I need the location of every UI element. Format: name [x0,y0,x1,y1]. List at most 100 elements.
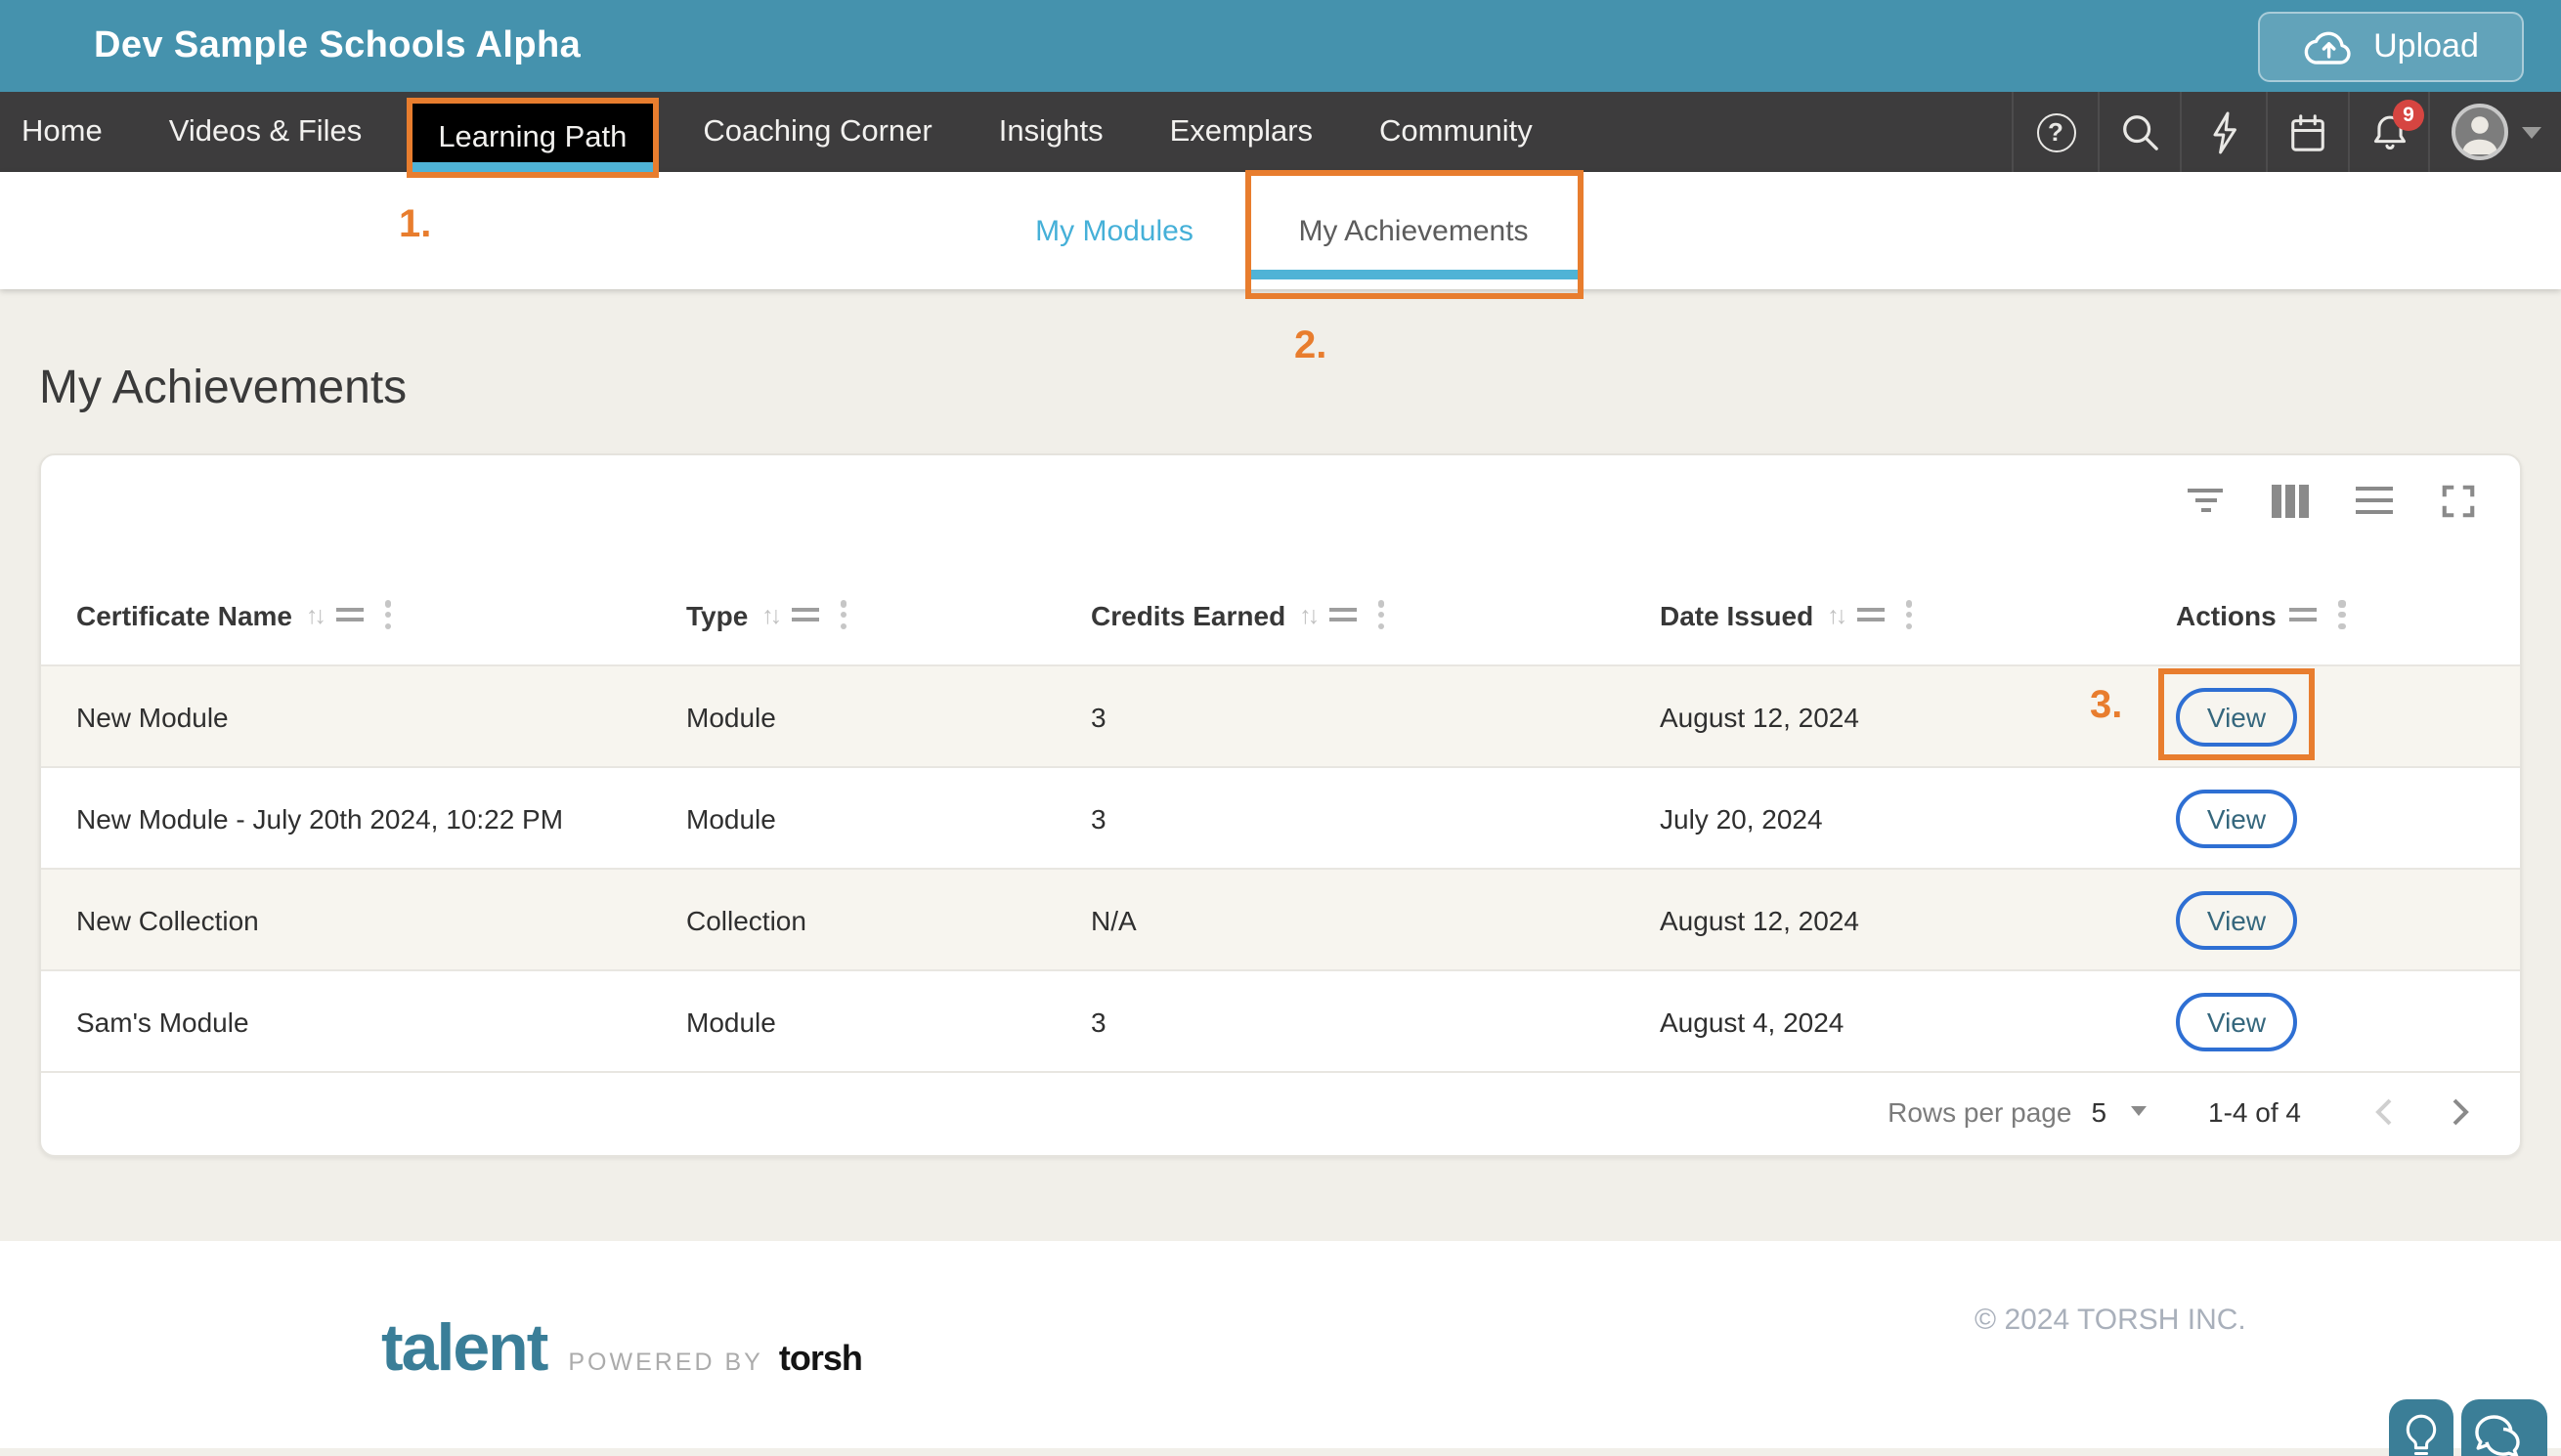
page-footer: talent POWERED BY torsh © 2024 TORSH INC… [0,1241,2561,1448]
table-row: New Module - July 20th 2024, 10:22 PM Mo… [41,766,2520,868]
top-header: Dev Sample Schools Alpha Upload [0,0,2561,92]
column-menu-icon[interactable] [336,603,364,626]
sort-icon[interactable]: ↑↓ [1827,601,1844,628]
annotation-step1: 1. [399,203,431,248]
table-row: New Collection Collection N/A August 12,… [41,868,2520,969]
kebab-menu-icon[interactable] [1378,596,1384,633]
columns-icon[interactable] [2270,481,2309,520]
notifications-button[interactable]: 9 [2348,92,2428,172]
annotation-step3: 3. [2090,684,2122,729]
cell-type: Module [686,768,776,870]
kebab-menu-icon[interactable] [2339,596,2345,633]
view-button[interactable]: View [2176,688,2297,747]
table-pagination: Rows per page 5 1-4 of 4 [41,1067,2520,1155]
previous-page-icon[interactable] [2371,1095,2397,1127]
table-row: New Module Module 3 August 12, 2024 View [41,664,2520,766]
calendar-button[interactable] [2266,92,2348,172]
sort-icon[interactable]: ↑↓ [1299,601,1316,628]
activity-button[interactable] [2180,92,2266,172]
nav-item-home[interactable]: Home [0,114,136,150]
nav-item-videos-files[interactable]: Videos & Files [136,114,396,150]
table-header-row: Certificate Name ↑↓ Type ↑↓ Credits Earn… [41,573,2520,664]
chevron-down-icon [2521,126,2540,138]
rows-per-page-label: Rows per page [1888,1095,2071,1127]
nav-icon-group: 9 [2012,92,2561,172]
table-row: Sam's Module Module 3 August 4, 2024 Vie… [41,969,2520,1071]
next-page-icon[interactable] [2448,1095,2473,1127]
main-nav: Home Videos & Files Learning Path Coachi… [0,92,2561,172]
density-icon[interactable] [2354,481,2393,520]
cell-type: Module [686,666,776,768]
fullscreen-icon[interactable] [2438,481,2477,520]
cell-date-issued: August 12, 2024 [1660,870,1859,971]
column-menu-icon[interactable] [2290,603,2318,626]
column-header-certificate-name: Certificate Name ↑↓ [76,596,391,633]
filter-icon[interactable] [2186,481,2225,520]
feedback-idea-button[interactable] [2389,1399,2453,1456]
learning-path-tabbar: My Modules My Achievements [0,172,2561,289]
account-menu-button[interactable] [2428,92,2561,172]
cloud-upload-icon [2303,25,2356,68]
kebab-menu-icon[interactable] [841,596,846,633]
notification-badge: 9 [2393,100,2424,131]
nav-item-learning-path-highlight: Learning Path [407,98,658,178]
column-header-date-issued: Date Issued ↑↓ [1660,596,1913,633]
app-window: Dev Sample Schools Alpha Upload Home Vid… [0,0,2561,1456]
help-icon [2036,112,2075,151]
rows-per-page-value[interactable]: 5 [2091,1095,2106,1127]
avatar-icon [2451,104,2507,160]
sort-icon[interactable]: ↑↓ [761,601,778,628]
view-button[interactable]: View [2176,790,2297,848]
cell-credits: 3 [1091,666,1107,768]
active-tab-underline [1247,270,1580,279]
nav-item-community[interactable]: Community [1346,114,1566,150]
pagination-range: 1-4 of 4 [2208,1095,2301,1127]
cell-type: Collection [686,870,806,971]
talent-logo: talent POWERED BY torsh [381,1311,862,1388]
search-icon [2119,111,2160,152]
rows-per-page-caret-icon[interactable] [2130,1106,2146,1116]
nav-item-insights[interactable]: Insights [966,114,1137,150]
cell-credits: N/A [1091,870,1137,971]
tab-my-modules[interactable]: My Modules [997,172,1232,289]
column-menu-icon[interactable] [792,603,819,626]
kebab-menu-icon[interactable] [1906,596,1912,633]
column-menu-icon[interactable] [1857,603,1885,626]
cell-certificate-name: New Collection [76,870,259,971]
cell-date-issued: August 12, 2024 [1660,666,1859,768]
live-chat-button[interactable] [2461,1399,2547,1456]
upload-button[interactable]: Upload [2258,12,2524,82]
table-toolbar [2186,481,2477,520]
torsh-wordmark: torsh [779,1339,862,1380]
kebab-menu-icon[interactable] [385,596,391,633]
talent-wordmark: talent [381,1311,546,1388]
search-button[interactable] [2098,92,2180,172]
copyright-text: © 2024 TORSH INC. [1975,1304,2246,1337]
page-title: My Achievements [39,362,407,416]
cell-certificate-name: New Module [76,666,229,768]
sort-icon[interactable]: ↑↓ [306,601,323,628]
cell-certificate-name: New Module - July 20th 2024, 10:22 PM [76,768,563,870]
chat-bubbles-icon [2471,1409,2538,1456]
achievements-table-card: Certificate Name ↑↓ Type ↑↓ Credits Earn… [39,453,2522,1157]
column-menu-icon[interactable] [1329,603,1357,626]
view-button[interactable]: View [2176,891,2297,950]
cell-date-issued: July 20, 2024 [1660,768,1823,870]
view-button[interactable]: View [2176,993,2297,1051]
nav-item-coaching-corner[interactable]: Coaching Corner [670,114,965,150]
powered-by-label: POWERED BY [568,1349,763,1376]
lightbulb-icon [2399,1409,2444,1456]
column-header-type: Type ↑↓ [686,596,847,633]
annotation-step2: 2. [1294,324,1326,369]
app-title: Dev Sample Schools Alpha [94,24,581,67]
cell-certificate-name: Sam's Module [76,971,249,1073]
upload-label: Upload [2373,27,2479,66]
calendar-icon [2287,110,2328,153]
cell-credits: 3 [1091,768,1107,870]
cell-credits: 3 [1091,971,1107,1073]
column-header-actions: Actions [2176,596,2345,633]
nav-item-learning-path[interactable]: Learning Path [412,120,652,155]
nav-item-exemplars[interactable]: Exemplars [1137,114,1346,150]
help-button[interactable] [2012,92,2098,172]
lightning-bolt-icon [2206,110,2241,153]
